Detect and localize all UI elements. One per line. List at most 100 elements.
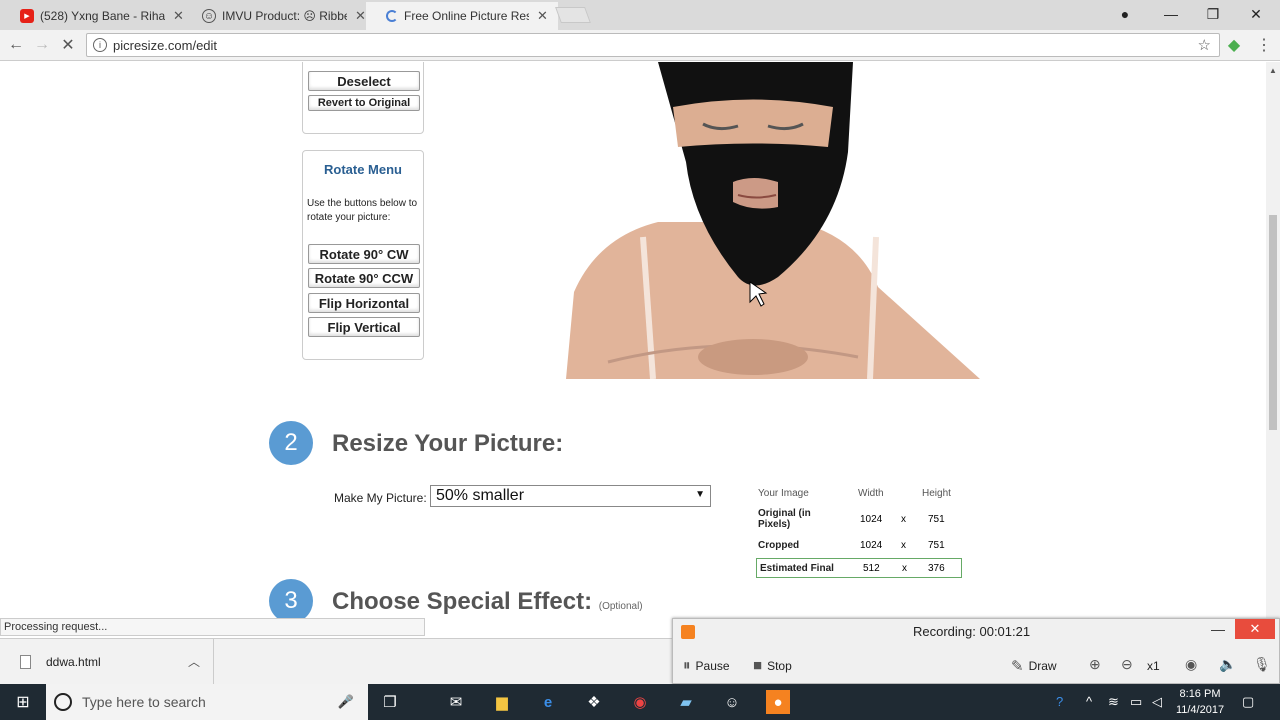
- menu-dots-icon[interactable]: ⋮: [1252, 34, 1276, 56]
- status-bubble: Processing request...: [0, 618, 425, 636]
- table-header: Your Image Width Height: [756, 488, 962, 508]
- action-center-icon[interactable]: ▢: [1242, 694, 1254, 710]
- optional-label: (Optional): [598, 601, 643, 612]
- flip-horizontal-button[interactable]: Flip Horizontal: [308, 293, 420, 313]
- table-row: Cropped 1024 x 751: [756, 540, 962, 560]
- download-filename: ddwa.html: [46, 655, 101, 669]
- file-icon: [20, 655, 31, 669]
- clock-time: 8:16 PM: [1179, 688, 1221, 700]
- make-picture-label: Make My Picture:: [334, 491, 427, 505]
- crop-panel: Deselect Revert to Original: [302, 62, 424, 134]
- task-view-icon[interactable]: ❐: [378, 690, 402, 714]
- search-placeholder: Type here to search: [82, 694, 206, 710]
- revert-button[interactable]: Revert to Original: [308, 95, 420, 111]
- close-tab-icon[interactable]: ✕: [355, 8, 366, 24]
- screen-recorder-window: Recording: 00:01:21 — ✕ ⏸ Pause ■ Stop ✎…: [672, 618, 1280, 684]
- tab-youtube[interactable]: ▶ (528) Yxng Bane - Rihann ✕: [0, 2, 194, 30]
- imvu-taskbar-icon[interactable]: ☺: [720, 690, 744, 714]
- download-item[interactable]: ddwa.html ︿: [0, 639, 214, 685]
- file-explorer-icon[interactable]: ▆: [490, 690, 514, 714]
- url-text: picresize.com/edit: [113, 37, 218, 53]
- loading-spinner-icon: [386, 10, 398, 22]
- rotate-cw-button[interactable]: Rotate 90° CW: [308, 244, 420, 264]
- step-3-badge: 3: [269, 579, 313, 618]
- scrollbar-thumb[interactable]: [1269, 215, 1277, 430]
- volume-icon[interactable]: ◁: [1152, 694, 1162, 710]
- info-icon[interactable]: i: [93, 38, 107, 52]
- zoom-in-icon[interactable]: ⊕: [1089, 656, 1101, 673]
- chevron-up-icon[interactable]: ︿: [188, 653, 200, 670]
- bookmark-star-icon[interactable]: ☆: [1198, 36, 1211, 54]
- mail-icon[interactable]: ✉: [444, 690, 468, 714]
- close-tab-icon[interactable]: ✕: [537, 8, 548, 24]
- tab-imvu[interactable]: ☺ IMVU Product: ☹ Ribbe ✕: [182, 2, 376, 30]
- forward-arrow-icon[interactable]: →: [30, 34, 54, 56]
- battery-icon[interactable]: ▭: [1130, 694, 1142, 710]
- row-x: x: [902, 563, 907, 574]
- address-bar[interactable]: i picresize.com/edit ☆: [86, 33, 1220, 57]
- zoom-level: x1: [1147, 659, 1160, 673]
- chrome-icon[interactable]: ◉: [628, 690, 652, 714]
- recorder-minimize-icon[interactable]: —: [1211, 621, 1225, 637]
- stop-loading-icon[interactable]: ✕: [56, 34, 80, 56]
- edge-icon[interactable]: e: [536, 690, 560, 714]
- zoom-out-icon[interactable]: ⊖: [1121, 656, 1133, 673]
- network-icon[interactable]: ≋: [1108, 694, 1119, 710]
- row-label: Cropped: [758, 540, 800, 551]
- draw-label: Draw: [1028, 659, 1057, 673]
- scroll-up-icon[interactable]: ▲: [1269, 66, 1277, 75]
- flip-vertical-button[interactable]: Flip Vertical: [308, 317, 420, 337]
- webcam-icon[interactable]: ◉: [1185, 656, 1197, 673]
- dropbox-icon[interactable]: ❖: [582, 690, 606, 714]
- notepad-icon[interactable]: ▰: [674, 690, 698, 714]
- row-label: Original (in Pixels): [758, 508, 811, 530]
- minimize-icon[interactable]: —: [1149, 0, 1193, 28]
- row-width: 1024: [860, 540, 883, 551]
- pause-button[interactable]: ⏸ Pause: [683, 657, 730, 674]
- table-row-final: Estimated Final 512 x 376: [756, 558, 962, 578]
- edited-picture[interactable]: [448, 62, 1010, 379]
- rotate-ccw-button[interactable]: Rotate 90° CCW: [308, 268, 420, 288]
- special-effect-title: Choose Special Effect:: [332, 588, 593, 615]
- page-scrollbar[interactable]: ▲: [1266, 62, 1280, 618]
- resize-select-value: 50% smaller: [436, 487, 525, 504]
- recorder-close-button[interactable]: ✕: [1235, 619, 1275, 639]
- rotate-menu-desc: Use the buttons below to rotate your pic…: [307, 198, 418, 223]
- resize-heading: Resize Your Picture:: [332, 430, 564, 457]
- new-tab-button[interactable]: [555, 7, 591, 23]
- pause-label: Pause: [695, 658, 730, 673]
- close-window-icon[interactable]: ✕: [1234, 0, 1278, 28]
- tab-title: Free Online Picture Resiz: [404, 9, 529, 23]
- extension-icon[interactable]: ◆: [1222, 34, 1246, 56]
- help-icon[interactable]: ?: [1056, 694, 1063, 709]
- microphone-icon[interactable]: 🎙: [1253, 656, 1271, 673]
- pencil-icon: ✎: [1011, 658, 1024, 675]
- windows-start-icon[interactable]: ⊞: [0, 684, 46, 720]
- browser-toolbar: ← → ✕ i picresize.com/edit ☆ ◆ ⋮: [0, 30, 1280, 61]
- resize-select[interactable]: 50% smaller ▼: [430, 485, 711, 507]
- pause-icon: ⏸: [683, 657, 691, 674]
- clock[interactable]: 8:16 PM 11/4/2017: [1172, 686, 1228, 718]
- recording-time: Recording: 00:01:21: [913, 624, 1031, 639]
- taskbar-search[interactable]: Type here to search 🎤: [46, 684, 368, 720]
- restore-icon[interactable]: ❐: [1191, 0, 1235, 28]
- rotate-panel: Rotate Menu Use the buttons below to rot…: [302, 150, 424, 360]
- rotate-menu-title: Rotate Menu: [324, 162, 402, 177]
- speaker-icon[interactable]: 🔈: [1219, 656, 1236, 673]
- stop-label: Stop: [767, 658, 792, 673]
- recorder-taskbar-icon[interactable]: ●: [766, 690, 790, 714]
- stop-button[interactable]: ■ Stop: [753, 657, 792, 674]
- deselect-button[interactable]: Deselect: [308, 71, 420, 91]
- table-row-cropped: [756, 603, 962, 618]
- microphone-icon[interactable]: 🎤: [338, 694, 354, 710]
- avatar-image: [448, 62, 1010, 379]
- profile-icon[interactable]: ●: [1103, 0, 1147, 28]
- tab-picresize[interactable]: Free Online Picture Resiz ✕: [366, 2, 558, 30]
- chevron-up-icon[interactable]: ^: [1086, 694, 1092, 709]
- draw-button[interactable]: ✎ Draw: [1011, 657, 1057, 675]
- special-effect-heading: Choose Special Effect: (Optional): [332, 588, 643, 616]
- row-x: x: [901, 540, 906, 551]
- back-arrow-icon[interactable]: ←: [4, 34, 28, 56]
- row-height: 376: [928, 563, 945, 574]
- youtube-icon: ▶: [20, 9, 34, 23]
